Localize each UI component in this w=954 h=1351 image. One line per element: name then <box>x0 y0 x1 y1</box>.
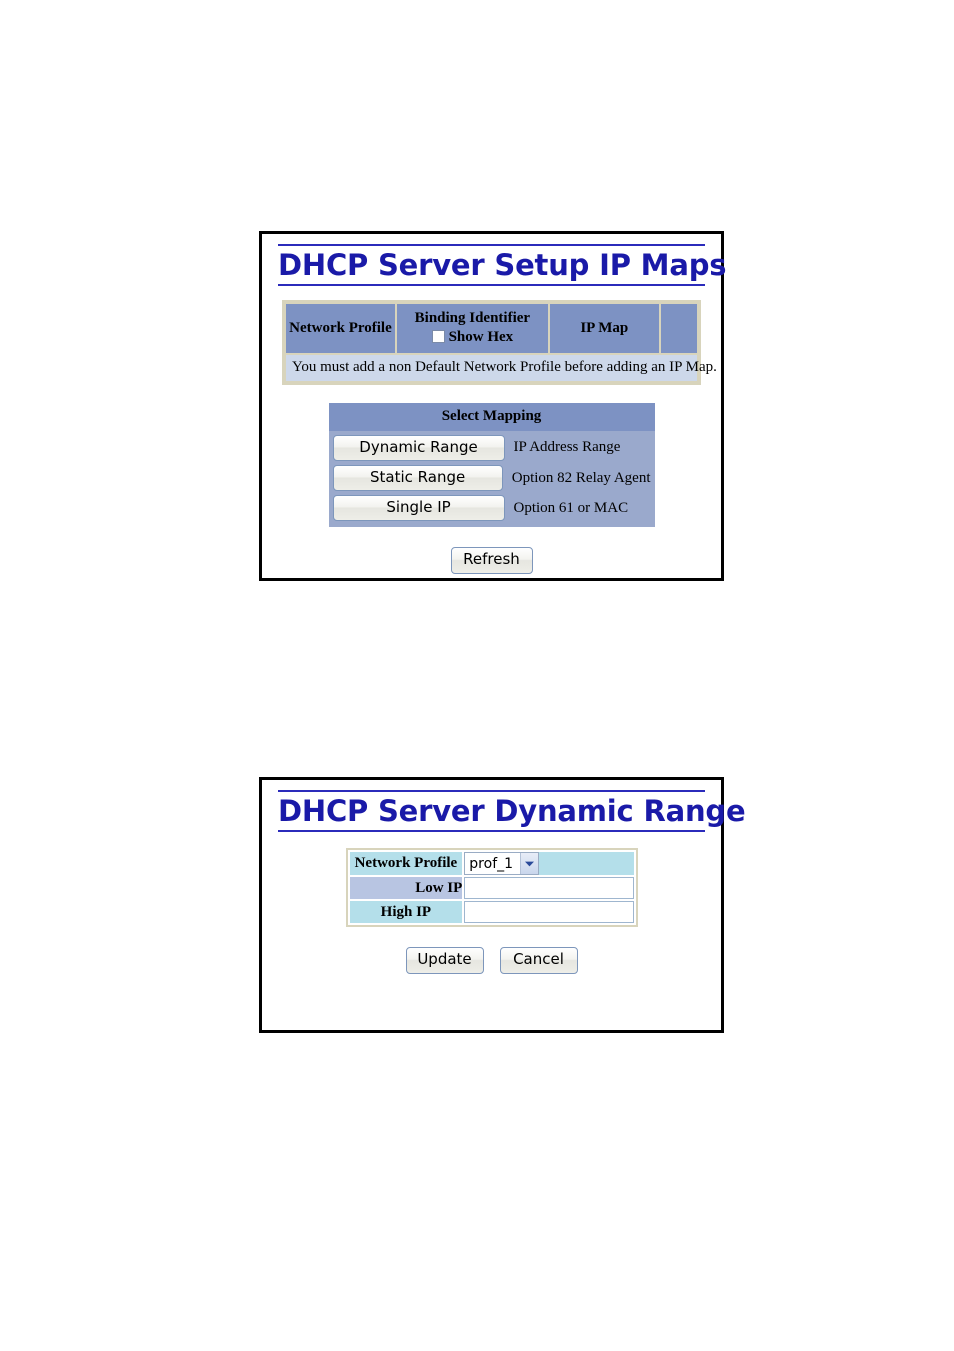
network-profile-label: Network Profile <box>349 852 463 876</box>
select-mapping-heading: Select Mapping <box>328 402 655 431</box>
show-hex-checkbox[interactable] <box>431 330 445 343</box>
high-ip-value-cell <box>464 901 634 924</box>
refresh-button[interactable]: Refresh <box>450 547 533 574</box>
static-range-description: Option 82 Relay Agent <box>511 469 651 486</box>
cancel-button[interactable]: Cancel <box>499 947 578 974</box>
low-ip-label: Low IP <box>349 877 463 900</box>
table-header-row: Network Profile Binding Identifier Show … <box>286 304 697 353</box>
column-header-network-profile-label: Network Profile <box>289 319 392 336</box>
low-ip-input[interactable] <box>464 877 634 900</box>
panel-two-body: DHCP Server Dynamic Range Network Profil… <box>262 780 746 984</box>
mapping-row-single-ip: Single IP Option 61 or MAC <box>332 495 651 522</box>
panel-one-body: DHCP Server Setup IP Maps Network Profil… <box>262 234 727 584</box>
column-header-binding-identifier: Binding Identifier Show Hex <box>396 304 548 353</box>
form-row-network-profile: Network Profile prof_1 <box>349 852 634 876</box>
column-header-network-profile: Network Profile <box>286 304 395 353</box>
column-header-binding-identifier-label: Binding Identifier <box>414 310 531 327</box>
form-action-row: Update Cancel <box>272 947 711 974</box>
refresh-button-row: Refresh <box>272 547 711 574</box>
single-ip-description: Option 61 or MAC <box>513 499 629 516</box>
chevron-down-icon[interactable] <box>520 853 539 875</box>
dynamic-range-button[interactable]: Dynamic Range <box>332 434 505 461</box>
select-mapping-box: Select Mapping Dynamic Range IP Address … <box>328 402 655 528</box>
ip-maps-table-container: Network Profile Binding Identifier Show … <box>282 300 717 385</box>
show-hex-control[interactable]: Show Hex <box>400 329 545 347</box>
network-profile-selected-value: prof_1 <box>469 855 514 872</box>
high-ip-label: High IP <box>349 901 463 924</box>
ip-maps-notice-message: You must add a non Default Network Profi… <box>286 354 717 381</box>
single-ip-button[interactable]: Single IP <box>332 495 505 522</box>
ip-maps-table: Network Profile Binding Identifier Show … <box>284 302 717 382</box>
network-profile-value-cell: prof_1 <box>464 852 634 876</box>
form-row-low-ip: Low IP <box>349 877 634 900</box>
dynamic-range-description: IP Address Range <box>513 439 621 456</box>
dhcp-dynamic-range-panel: DHCP Server Dynamic Range Network Profil… <box>259 777 746 1033</box>
update-button[interactable]: Update <box>405 947 484 974</box>
column-header-actions <box>660 304 697 353</box>
dynamic-range-form-table: Network Profile prof_1 Low IP High IP <box>348 850 636 925</box>
table-notice-row: You must add a non Default Network Profi… <box>286 354 717 381</box>
dhcp-setup-ip-maps-panel: DHCP Server Setup IP Maps Network Profil… <box>259 231 727 584</box>
high-ip-input[interactable] <box>464 901 634 924</box>
low-ip-value-cell <box>464 877 634 900</box>
static-range-button[interactable]: Static Range <box>332 464 503 492</box>
page-title-ip-maps: DHCP Server Setup IP Maps <box>278 244 727 287</box>
page-title-dynamic-range: DHCP Server Dynamic Range <box>278 790 746 833</box>
mapping-row-dynamic-range: Dynamic Range IP Address Range <box>332 434 651 461</box>
mapping-row-static-range: Static Range Option 82 Relay Agent <box>332 464 651 492</box>
form-row-high-ip: High IP <box>349 901 634 924</box>
network-profile-select[interactable]: prof_1 <box>464 852 540 876</box>
column-header-ip-map: IP Map <box>549 304 659 353</box>
column-header-ip-map-label: IP Map <box>580 319 629 336</box>
select-mapping-rows: Dynamic Range IP Address Range Static Ra… <box>329 431 655 528</box>
show-hex-label: Show Hex <box>448 329 514 345</box>
dynamic-range-form: Network Profile prof_1 Low IP High IP <box>345 848 638 928</box>
